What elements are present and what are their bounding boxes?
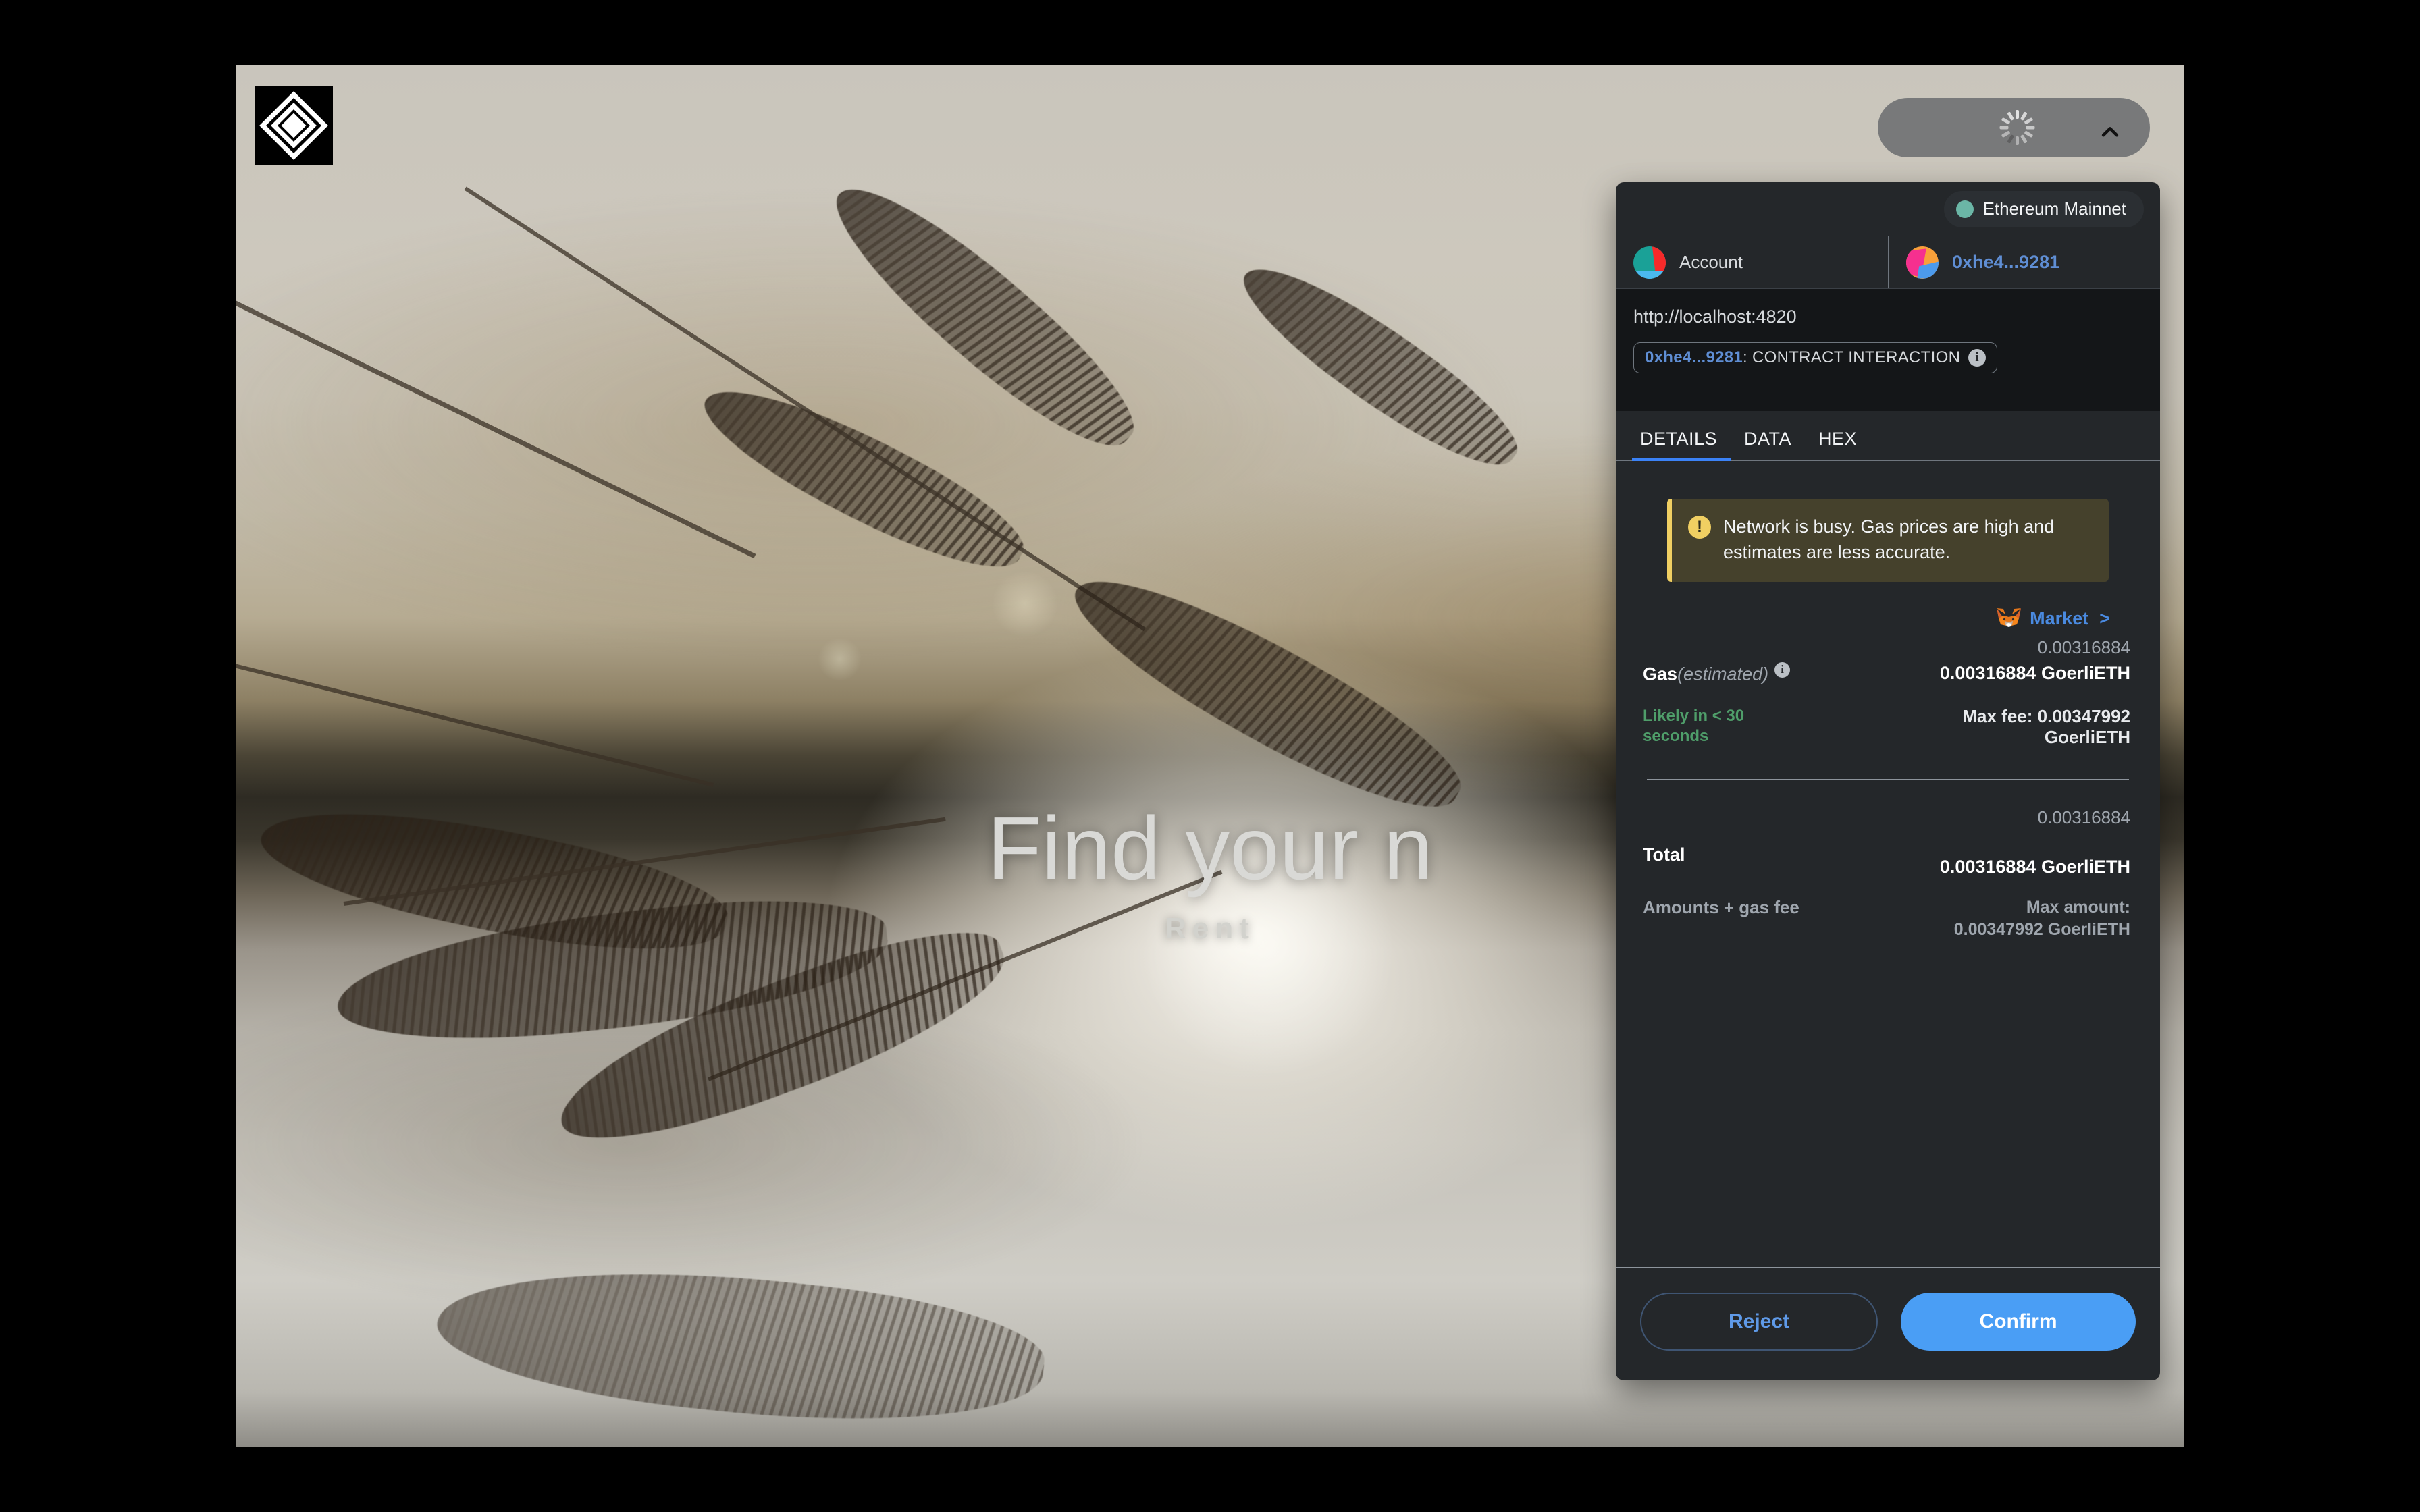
gas-label-text: Gas — [1643, 664, 1678, 684]
total-max-amount: Max amount: 0.00347992 GoerliETH — [1888, 896, 2133, 940]
gas-block: 0.00316884 Gas(estimated) i 0.00316884 Go… — [1643, 637, 2133, 749]
gas-top-amount: 0.00316884 — [2037, 637, 2130, 657]
total-block: 0.00316884 Total 0.00316884 GoerliETH Am… — [1643, 807, 2133, 940]
gas-warning-banner: ! Network is busy. Gas prices are high a… — [1667, 499, 2109, 582]
gas-speed-estimate: Likely in < 30 seconds — [1643, 707, 1745, 746]
origin-block: http://localhost:4820 0xhe4...9281 : CON… — [1616, 289, 2160, 411]
warning-text: Network is busy. Gas prices are high and… — [1723, 516, 2055, 563]
market-label: Market — [2030, 608, 2089, 629]
recipient-address: 0xhe4...9281 — [1952, 252, 2060, 272]
network-status-dot-icon — [1955, 200, 1974, 218]
panel-footer: Reject Confirm — [1616, 1267, 2160, 1380]
gas-label: Gas(estimated) i — [1643, 662, 1888, 685]
recipient-account[interactable]: 0xhe4...9281 — [1888, 236, 2160, 288]
recipient-jazzicon-avatar — [1906, 246, 1939, 279]
account-jazzicon-avatar — [1633, 246, 1666, 279]
gas-top-row: 0.00316884 — [1643, 637, 2133, 658]
info-icon[interactable]: i — [1774, 662, 1791, 678]
total-amount: 0.00316884 GoerliETH — [1939, 857, 2130, 878]
loading-spinner-icon — [1999, 109, 2036, 146]
metamask-confirmation-panel: Ethereum Mainnet Account 0xhe4...9281 ht… — [1616, 182, 2160, 1380]
network-row: Ethereum Mainnet — [1616, 182, 2160, 236]
tab-bar: DETAILS DATA HEX — [1616, 411, 2160, 461]
screen: Find your n Rent Ethereum Mainnet Accoun… — [0, 0, 2420, 1512]
gas-label-suffix: (estimated) — [1677, 664, 1769, 684]
contract-interaction-chip[interactable]: 0xhe4...9281 : CONTRACT INTERACTION i — [1633, 342, 1998, 373]
account-row: Account 0xhe4...9281 — [1616, 236, 2160, 289]
tab-hex[interactable]: HEX — [1805, 429, 1870, 460]
account-label: Account — [1679, 252, 1743, 272]
confirm-button[interactable]: Confirm — [1901, 1293, 2136, 1351]
total-sub-row: Amounts + gas fee Max amount: 0.00347992… — [1643, 896, 2133, 940]
total-top-row: 0.00316884 — [1643, 807, 2133, 828]
diamond-logo-icon[interactable] — [255, 86, 333, 165]
total-sub-label: Amounts + gas fee — [1643, 897, 1799, 918]
total-label: Total — [1643, 844, 1685, 865]
network-selector[interactable]: Ethereum Mainnet — [1943, 190, 2144, 227]
metamask-fox-icon — [1997, 608, 2022, 627]
tab-details[interactable]: DETAILS — [1632, 429, 1731, 461]
network-name: Ethereum Mainnet — [1982, 198, 2126, 219]
gas-speed-row: Likely in < 30 seconds Max fee: 0.003479… — [1643, 706, 2133, 748]
total-max-label: Max amount: — [2026, 898, 2130, 917]
gas-max-fee: Max fee: 0.00347992 GoerliETH — [1962, 706, 2130, 748]
origin-url: http://localhost:4820 — [1633, 306, 1797, 327]
reject-button[interactable]: Reject — [1640, 1293, 1878, 1351]
market-caret-icon: > — [2099, 608, 2110, 629]
contract-address: 0xhe4...9281 — [1645, 348, 1743, 367]
gas-amount: 0.00316884 GoerliETH — [1939, 662, 2130, 683]
sender-account[interactable]: Account — [1616, 236, 1888, 288]
info-icon[interactable]: i — [1968, 349, 1987, 367]
total-max-value: 0.00347992 GoerliETH — [1953, 919, 2130, 939]
tab-data[interactable]: DATA — [1731, 429, 1805, 460]
fee-divider — [1647, 779, 2129, 781]
total-main-row: Total 0.00316884 GoerliETH — [1643, 832, 2133, 878]
contract-action-label: : CONTRACT INTERACTION — [1743, 348, 1961, 367]
gas-main-row: Gas(estimated) i 0.00316884 GoerliETH — [1643, 662, 2133, 685]
details-panel: ! Network is busy. Gas prices are high a… — [1616, 461, 2160, 1267]
total-top-amount: 0.00316884 — [2037, 807, 2130, 828]
market-link[interactable]: Market > — [1643, 608, 2110, 630]
chevron-up-icon[interactable] — [2099, 121, 2122, 144]
warning-exclamation-icon: ! — [1688, 516, 1711, 539]
extension-toolbar-pill[interactable] — [1878, 98, 2150, 157]
